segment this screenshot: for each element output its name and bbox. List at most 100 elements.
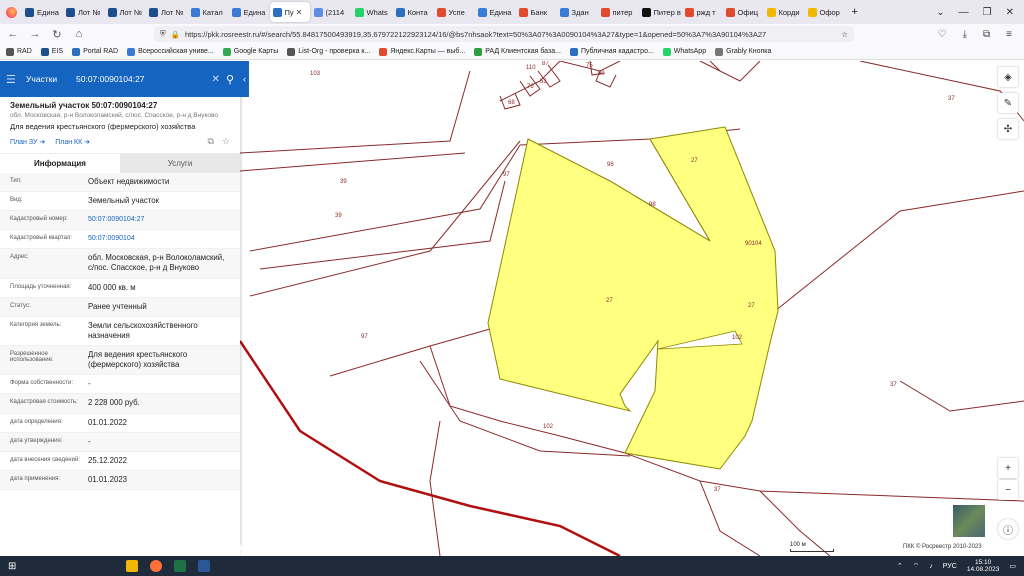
bookmark-star-icon[interactable]: ☆ — [841, 30, 848, 39]
home-icon[interactable]: ⌂ — [72, 28, 86, 40]
property-row: Адрес: обл. Московская, р-н Волоколамский… — [0, 249, 240, 279]
tab-favicon-icon — [477, 7, 487, 17]
browser-tab[interactable]: Офор — [805, 2, 845, 22]
url-bar[interactable]: ⛨ 🔒 https://pkk.rosreestr.ru/#/search/55… — [154, 26, 854, 42]
maximize-icon[interactable]: ❐ — [983, 7, 992, 18]
browser-tab[interactable]: Банк — [516, 2, 556, 22]
tab-favicon-icon — [600, 7, 610, 17]
tray-arrow-icon[interactable]: ⌃ — [897, 562, 903, 570]
property-row: Тип: Объект недвижимости — [0, 173, 240, 193]
property-value: Ранее учтенный — [88, 301, 147, 311]
bookmark-item[interactable]: Яндекс.Карты — выб... — [379, 47, 465, 56]
bookmark-item[interactable]: Всероссийская униве... — [127, 47, 214, 56]
layers-icon[interactable]: ◈ — [998, 67, 1018, 87]
browser-tab[interactable]: Едина — [229, 2, 269, 22]
bookmark-favicon-icon — [569, 47, 578, 56]
browser-tab[interactable]: Корди — [764, 2, 804, 22]
ruler-icon[interactable]: ✎ — [998, 93, 1018, 113]
bookmark-item[interactable]: Публичная кадастро... — [569, 47, 654, 56]
excel-icon[interactable] — [174, 560, 187, 572]
bookmark-item[interactable]: Grably Кнопка — [715, 47, 771, 56]
property-key: Форма собственности: — [10, 380, 74, 387]
property-value[interactable]: 50:07:0090104 — [88, 234, 230, 244]
shield-icon[interactable]: ⛨ — [160, 29, 166, 39]
lock-icon[interactable]: 🔒 — [171, 30, 180, 39]
tab-label: Whats — [366, 7, 388, 17]
close-window-icon[interactable]: ✕ — [1006, 7, 1014, 18]
browser-tab[interactable]: Катал — [188, 2, 228, 22]
minimize-icon[interactable]: — — [959, 7, 969, 18]
bookmark-item[interactable]: Portal RAD — [72, 47, 118, 56]
search-category[interactable]: Участки — [26, 74, 70, 84]
map-parcel-label: 27 — [748, 303, 755, 309]
search-input[interactable] — [76, 74, 206, 84]
browser-tab[interactable]: Успе — [434, 2, 474, 22]
volume-icon[interactable]: ♪ — [929, 563, 933, 570]
tab-information[interactable]: Информация — [0, 153, 120, 173]
start-icon[interactable]: ⊞ — [8, 561, 16, 572]
bookmark-item[interactable]: List-Org - проверка к... — [287, 47, 370, 56]
browser-tab[interactable]: Здан — [557, 2, 597, 22]
browser-tab[interactable]: Whats — [352, 2, 392, 22]
bookmark-item[interactable]: EIS — [40, 47, 63, 56]
copy-icon[interactable]: ⧉ — [207, 136, 213, 147]
network-icon[interactable]: ⌔ — [913, 562, 920, 571]
property-value[interactable]: 50:07:0090104:27 — [88, 215, 230, 225]
word-icon[interactable] — [198, 560, 211, 572]
property-key: Категория земель: — [10, 321, 62, 328]
tab-services[interactable]: Услуги — [120, 153, 240, 173]
app-menu-icon[interactable]: ≡ — [1006, 29, 1012, 40]
explorer-icon[interactable] — [126, 560, 139, 572]
forward-icon[interactable]: → — [28, 28, 42, 40]
zoom-out-icon[interactable]: − — [998, 480, 1018, 500]
firefox-taskbar-icon[interactable] — [150, 560, 163, 572]
tab-label: (2114 — [325, 7, 345, 17]
plan-zu-link[interactable]: План ЗУ ➔ — [10, 138, 45, 146]
browser-tab[interactable]: Лот № — [105, 2, 146, 22]
browser-tab[interactable]: Питер восст — [639, 2, 681, 22]
tab-favicon-icon — [149, 7, 158, 17]
close-tab-icon[interactable]: ✕ — [296, 8, 303, 17]
browser-tab[interactable]: Офиц — [723, 2, 763, 22]
notifications-icon[interactable]: ▭ — [1009, 562, 1016, 570]
menu-icon[interactable]: ☰ — [6, 73, 20, 86]
pocket-icon[interactable]: ♡ — [938, 29, 947, 40]
tools-icon[interactable]: ✣ — [998, 119, 1018, 139]
browser-tab[interactable]: ржд т — [682, 2, 722, 22]
downloads-icon[interactable]: ⤓ — [963, 29, 967, 40]
info-icon[interactable]: ⓘ — [998, 519, 1018, 539]
zoom-in-icon[interactable]: + — [998, 458, 1018, 478]
clock[interactable]: 15:10 14.08.2023 — [967, 559, 1000, 574]
new-tab-icon[interactable]: + — [852, 6, 858, 18]
info-tabs: Информация Услуги — [0, 153, 240, 173]
property-row: Вид: Земельный участок — [0, 192, 240, 212]
browser-tab[interactable]: (2114 — [311, 2, 351, 22]
property-key: Площадь уточненная: — [10, 283, 72, 290]
browser-tab[interactable]: Лот № — [63, 2, 104, 22]
browser-tab[interactable]: питер — [598, 2, 638, 22]
favorite-star-icon[interactable]: ☆ — [222, 136, 230, 147]
browser-tab[interactable]: Лот № — [146, 2, 187, 22]
bookmark-item[interactable]: РАД Клиентская база... — [474, 47, 561, 56]
browser-tab[interactable]: Пу ✕ — [269, 2, 310, 22]
bookmark-item[interactable]: RAD — [6, 47, 32, 56]
language-indicator[interactable]: РУС — [943, 563, 957, 570]
browser-tab[interactable]: Конта — [393, 2, 433, 22]
bookmark-favicon-icon — [222, 47, 231, 56]
firefox-menu[interactable] — [0, 0, 22, 24]
extensions-icon[interactable]: ⧉ — [983, 29, 990, 40]
browser-tab[interactable]: Едина — [22, 2, 62, 22]
bookmark-item[interactable]: WhatsApp — [662, 47, 706, 56]
clear-icon[interactable]: ✕ — [212, 74, 220, 85]
plan-kk-link[interactable]: План КК ➔ — [55, 138, 90, 146]
bookmark-item[interactable]: Google Карты — [222, 47, 278, 56]
tab-list-icon[interactable]: ⌄ — [936, 7, 944, 18]
reload-icon[interactable]: ↻ — [50, 28, 64, 41]
search-icon[interactable]: ⚲ — [226, 73, 234, 86]
back-icon[interactable]: ← — [6, 28, 20, 40]
basemap-switcher[interactable] — [952, 504, 986, 538]
browser-tab[interactable]: Едина — [475, 2, 515, 22]
bookmark-label: Всероссийская униве... — [138, 48, 214, 55]
collapse-panel-icon[interactable]: ‹ — [240, 61, 249, 97]
property-key: Тип: — [10, 178, 22, 184]
